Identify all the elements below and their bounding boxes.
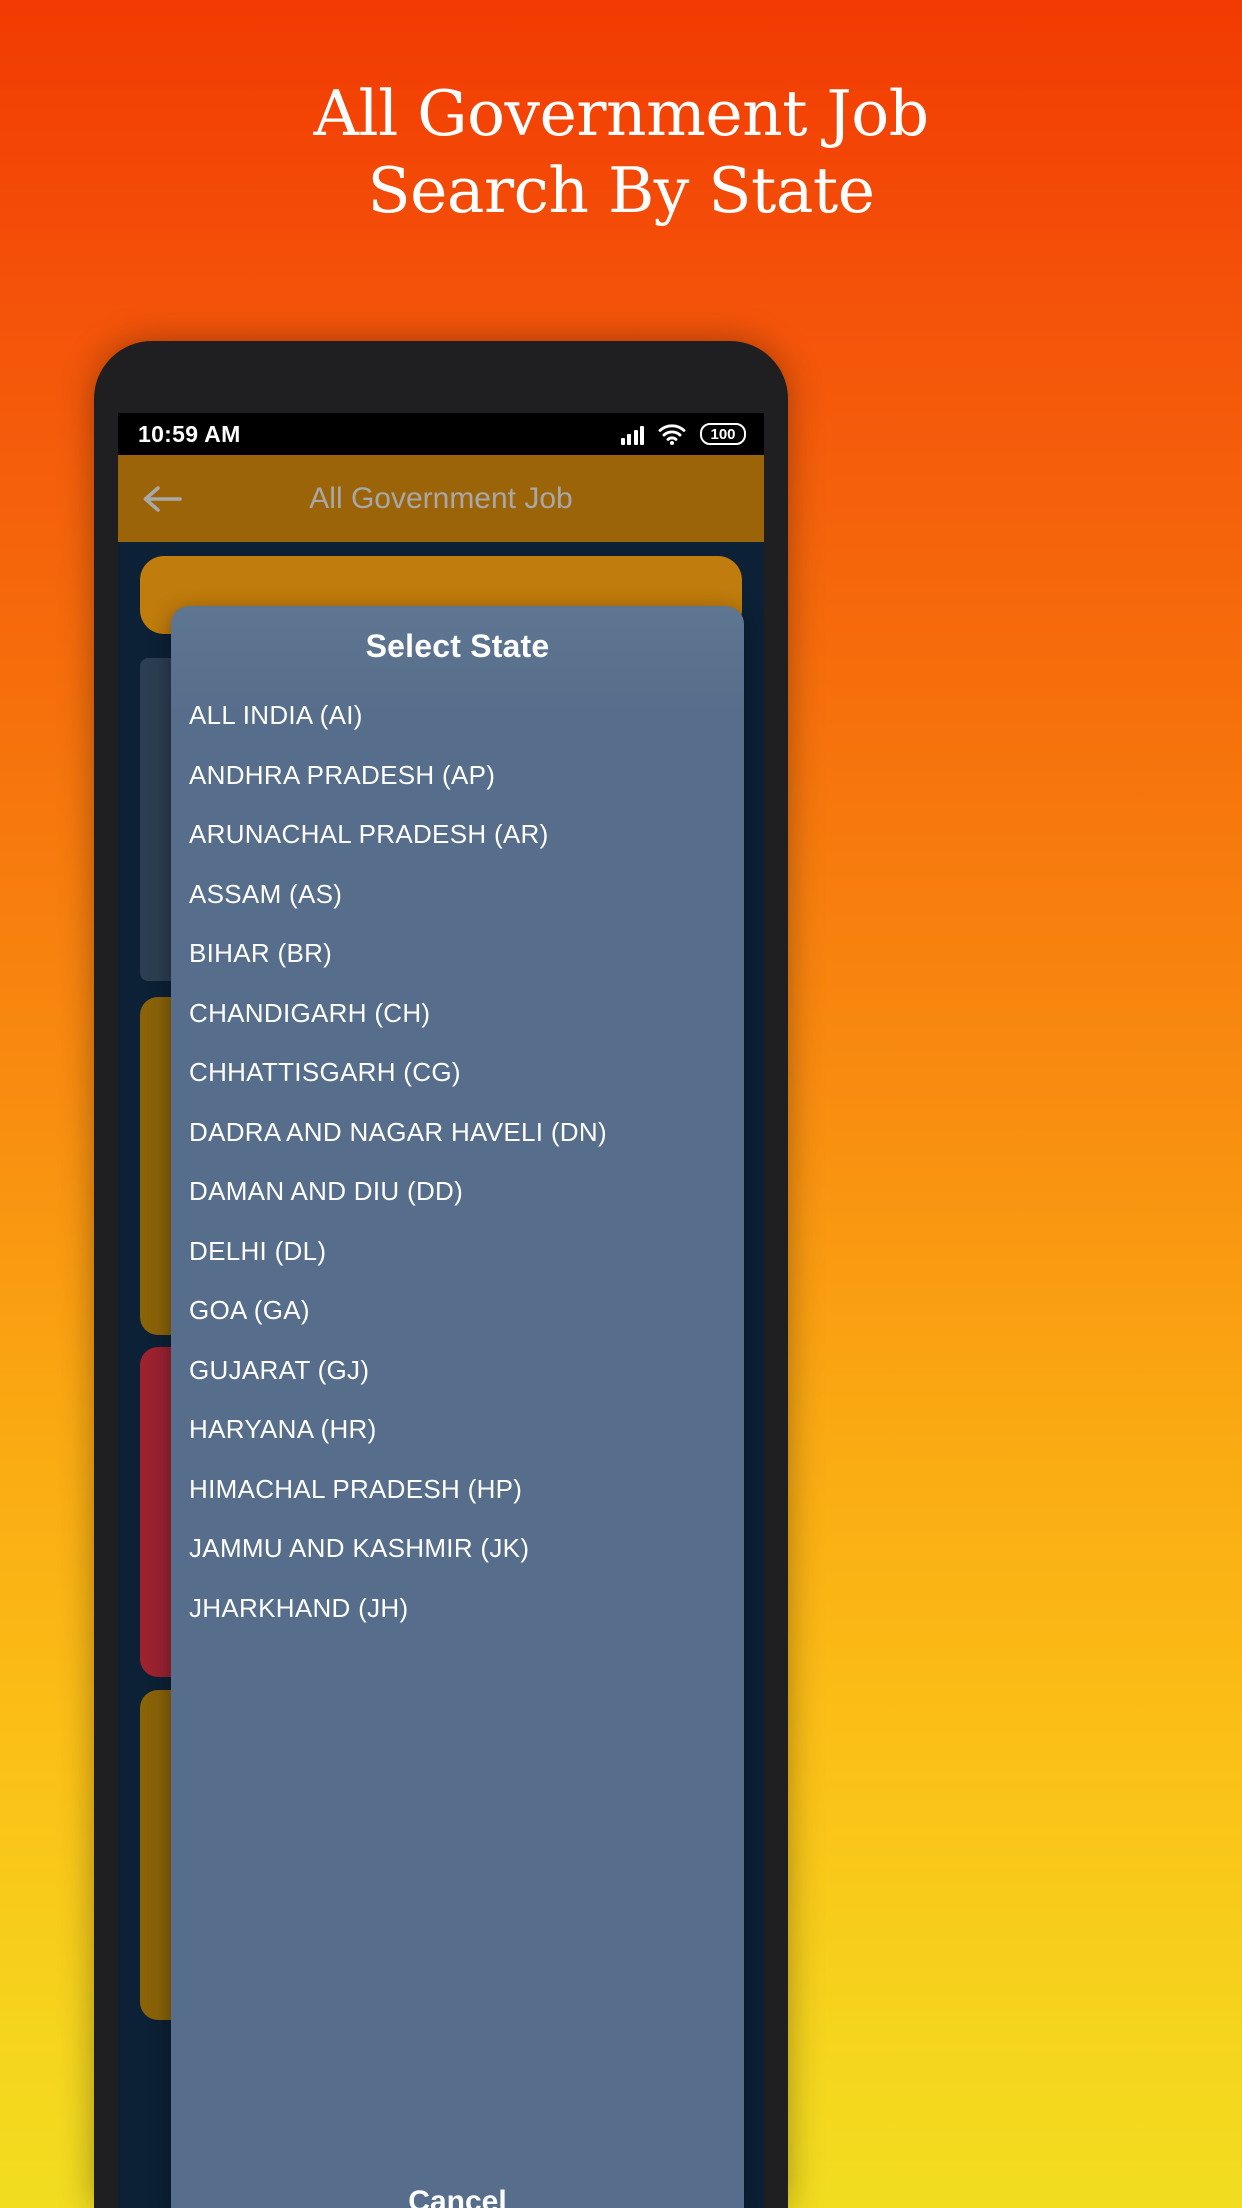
state-list-item-label: CHHATTISGARH (CG) — [189, 1057, 461, 1088]
state-list-item-label: JAMMU AND KASHMIR (JK) — [189, 1533, 530, 1564]
state-list-item[interactable]: CHHATTISGARH (CG) — [171, 1043, 744, 1103]
state-list-item[interactable]: HIMACHAL PRADESH (HP) — [171, 1460, 744, 1520]
phone-screen: 10:59 AM 100 All Government Job Select S… — [118, 413, 764, 2208]
promo-heading-line-1: All Government Job — [313, 77, 929, 150]
state-list-item-label: DAMAN AND DIU (DD) — [189, 1176, 464, 1207]
state-list-item[interactable]: ALL INDIA (AI) — [171, 686, 744, 746]
state-list-item-label: ANDHRA PRADESH (AP) — [189, 759, 496, 790]
state-list-item[interactable]: GUJARAT (GJ) — [171, 1341, 744, 1401]
state-list-item[interactable]: ANDHRA PRADESH (AP) — [171, 746, 744, 806]
state-list-item-label: HIMACHAL PRADESH (HP) — [189, 1473, 523, 1504]
state-list-item[interactable]: HARYANA (HR) — [171, 1400, 744, 1460]
phone-frame: 10:59 AM 100 All Government Job Select S… — [94, 341, 788, 2208]
state-list[interactable]: ALL INDIA (AI) ANDHRA PRADESH (AP) ARUNACH… — [171, 686, 744, 2208]
state-list-item-label: CHANDIGARH (CH) — [189, 997, 431, 1028]
app-bar: All Government Job — [118, 455, 764, 542]
state-list-item-label: ARUNACHAL PRADESH (AR) — [189, 819, 549, 850]
state-list-item[interactable]: GOA (GA) — [171, 1281, 744, 1341]
state-list-item[interactable]: ARUNACHAL PRADESH (AR) — [171, 805, 744, 865]
state-list-item[interactable]: DADRA AND NAGAR HAVELI (DN) — [171, 1103, 744, 1163]
wifi-icon — [658, 424, 686, 445]
state-list-item[interactable]: BIHAR (BR) — [171, 924, 744, 984]
state-list-item[interactable]: DAMAN AND DIU (DD) — [171, 1162, 744, 1222]
status-bar-time: 10:59 AM — [138, 420, 241, 447]
state-list-item-label: GOA (GA) — [189, 1295, 310, 1326]
dialog-title: Select State — [365, 627, 550, 664]
state-list-item-label: DADRA AND NAGAR HAVELI (DN) — [189, 1116, 607, 1147]
status-bar: 10:59 AM 100 — [118, 413, 764, 455]
state-list-item-label: BIHAR (BR) — [189, 938, 333, 969]
state-list-item[interactable]: DELHI (DL) — [171, 1222, 744, 1282]
app-bar-title: All Government Job — [309, 481, 573, 515]
back-arrow-icon[interactable] — [140, 483, 204, 515]
signal-bars-icon — [620, 426, 644, 445]
state-list-item[interactable]: CHANDIGARH (CH) — [171, 984, 744, 1044]
promo-heading-line-2: Search By State — [367, 153, 875, 227]
state-list-item[interactable]: JAMMU AND KASHMIR (JK) — [171, 1519, 744, 1579]
state-list-item-label: ASSAM (AS) — [189, 878, 343, 909]
state-list-item[interactable]: JHARKHAND (JH) — [171, 1579, 744, 1639]
state-list-item-label: HARYANA (HR) — [189, 1414, 377, 1445]
state-list-item[interactable]: ASSAM (AS) — [171, 865, 744, 925]
cancel-button[interactable]: Cancel — [171, 2166, 744, 2208]
state-list-item-label: DELHI (DL) — [189, 1235, 327, 1266]
state-list-item-label: JHARKHAND (JH) — [189, 1592, 409, 1623]
status-bar-icons: 100 — [620, 423, 746, 445]
state-list-item-label: GUJARAT (GJ) — [189, 1354, 370, 1385]
battery-icon: 100 — [700, 423, 746, 445]
battery-level-label: 100 — [710, 425, 736, 443]
state-list-item-label: ALL INDIA (AI) — [189, 700, 363, 731]
select-state-dialog: Select State ALL INDIA (AI) ANDHRA PRADES… — [171, 606, 744, 2208]
promo-heading: All Government Job Search By State — [0, 76, 1242, 230]
